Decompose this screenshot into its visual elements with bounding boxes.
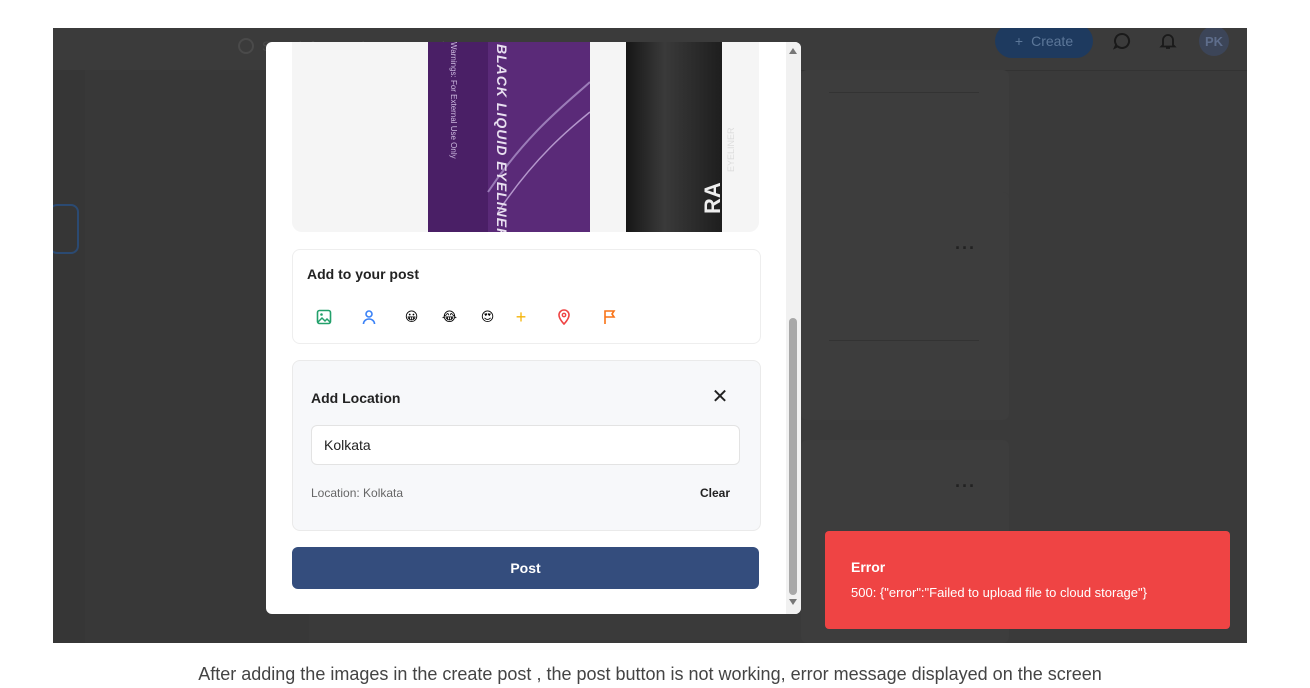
scrollbar-thumb[interactable]: [789, 318, 797, 595]
tag-person-icon[interactable]: [358, 306, 380, 328]
toast-message: 500: {"error":"Failed to upload file to …: [851, 585, 1147, 600]
heart-eyes-emoji-icon[interactable]: 😍: [477, 306, 498, 327]
scroll-down-arrow-icon[interactable]: [789, 599, 797, 605]
divider: [829, 340, 979, 341]
bell-icon[interactable]: [1157, 30, 1179, 52]
screenshot-caption: After adding the images in the create po…: [198, 664, 1102, 684]
plus-icon[interactable]: +: [510, 306, 532, 328]
location-status: Location: Kolkata: [311, 486, 404, 500]
error-toast[interactable]: Error 500: {"error":"Failed to upload fi…: [825, 531, 1230, 629]
feed-card: ···: [801, 192, 1009, 420]
box-warning-text: Warnings: For External Use Only: [449, 42, 458, 159]
create-button[interactable]: + Create: [995, 28, 1093, 58]
chat-icon[interactable]: [1111, 30, 1133, 52]
image-icon[interactable]: [313, 306, 335, 328]
close-icon[interactable]: ✕: [709, 385, 731, 408]
add-location-section: Add Location ✕ Location: Kolkata Clear: [292, 360, 761, 531]
post-button[interactable]: Post: [292, 547, 759, 589]
bottle-brand-text: RA: [700, 182, 725, 214]
create-post-modal: Warnings: For External Use Only BLACK LI…: [266, 42, 801, 614]
location-pin-icon[interactable]: [553, 306, 575, 328]
more-options-icon[interactable]: ···: [955, 476, 976, 497]
left-sidebar: [53, 70, 85, 643]
laughing-emoji-icon[interactable]: 😂: [439, 306, 460, 327]
avatar[interactable]: PK: [1199, 28, 1229, 56]
scroll-up-arrow-icon[interactable]: [789, 48, 797, 54]
eyeliner-bottle-image: EYELINER RA: [626, 42, 736, 232]
feed-card: [801, 70, 1009, 200]
modal-scrollbar[interactable]: [786, 42, 801, 614]
grinning-emoji-icon[interactable]: 😀: [401, 306, 422, 327]
more-options-icon[interactable]: ···: [955, 238, 976, 259]
clear-location-button[interactable]: Clear: [700, 486, 730, 500]
location-input[interactable]: [311, 425, 740, 465]
eyeliner-box-image: Warnings: For External Use Only BLACK LI…: [428, 42, 590, 232]
plus-icon: +: [1014, 33, 1024, 49]
divider: [829, 92, 979, 93]
bottle-label-text: EYELINER: [726, 127, 736, 172]
add-to-post-section: Add to your post 😀 😂 😍 +: [292, 249, 761, 344]
create-label: Create: [1031, 33, 1074, 49]
uploaded-image-preview: Warnings: For External Use Only BLACK LI…: [292, 42, 759, 232]
box-title-text: BLACK LIQUID EYELINER: [494, 44, 510, 232]
add-location-title: Add Location: [311, 390, 401, 406]
flag-icon[interactable]: [599, 306, 621, 328]
sidebar-active-item[interactable]: [53, 204, 79, 254]
add-to-post-title: Add to your post: [307, 266, 419, 282]
search-icon: [238, 38, 254, 54]
toast-title: Error: [851, 559, 886, 575]
